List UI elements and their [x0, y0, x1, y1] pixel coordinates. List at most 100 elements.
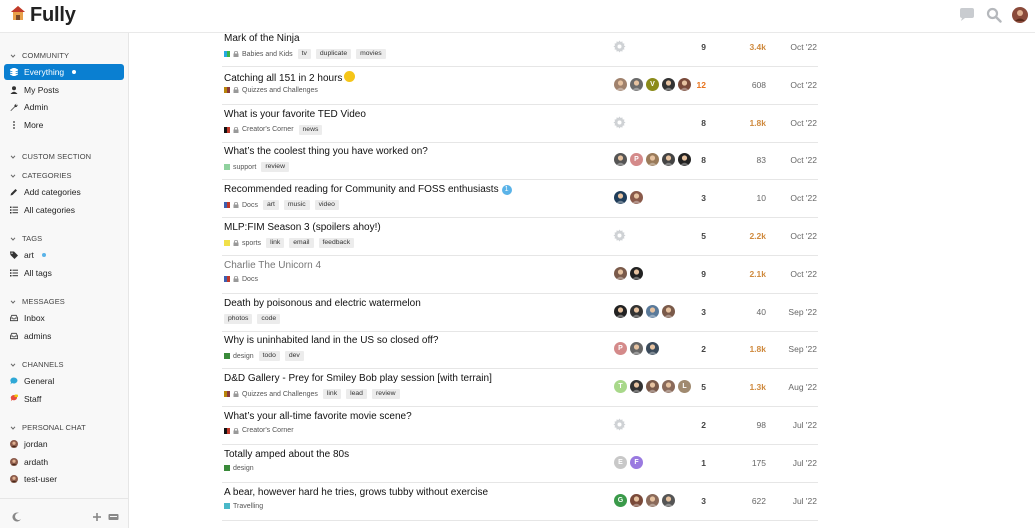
poster-avatar[interactable]: [662, 153, 675, 167]
category-badge[interactable]: Creator's Corner: [224, 126, 294, 133]
topic-title-link[interactable]: Catching all 151 in 2 hours: [224, 70, 356, 84]
poster-avatar[interactable]: [662, 304, 675, 318]
unread-count-badge[interactable]: 1: [501, 184, 512, 195]
topic-tag[interactable]: lead: [346, 389, 367, 400]
topic-row[interactable]: What’s the coolest thing you have worked…: [222, 142, 818, 181]
dark-mode-toggle-icon[interactable]: [12, 509, 22, 527]
topic-tag[interactable]: code: [257, 313, 281, 324]
topic-title-link[interactable]: Recommended reading for Community and FO…: [224, 184, 512, 195]
topic-title-link[interactable]: MLP:FIM Season 3 (spoilers ahoy!): [224, 222, 381, 233]
topic-replies[interactable]: 8: [676, 118, 706, 128]
topic-activity[interactable]: Jul '22: [777, 496, 817, 506]
sidebar-item-jordan[interactable]: jordan: [4, 436, 124, 452]
poster-avatar[interactable]: [630, 342, 643, 356]
topic-replies[interactable]: 2: [676, 420, 706, 430]
sidebar-section-tags[interactable]: TAGS: [10, 234, 42, 243]
topic-replies[interactable]: 9: [676, 269, 706, 279]
category-badge[interactable]: design: [224, 465, 254, 472]
category-badge[interactable]: Travelling: [224, 503, 263, 510]
poster-avatar[interactable]: E: [614, 455, 627, 469]
category-badge[interactable]: Creator's Corner: [224, 427, 294, 434]
poster-avatar[interactable]: [646, 153, 659, 167]
topic-replies[interactable]: 9: [676, 42, 706, 52]
topic-row[interactable]: Mark of the Ninja Babies and Kids tv duplic…: [222, 29, 818, 67]
sidebar-item-ardath[interactable]: ardath: [4, 454, 124, 470]
poster-avatar[interactable]: P: [614, 342, 627, 356]
sidebar-item-art[interactable]: art: [4, 247, 124, 263]
poster-avatar[interactable]: F: [630, 455, 643, 469]
topic-activity[interactable]: Oct '22: [777, 231, 817, 241]
system-user-gear-icon[interactable]: [613, 418, 626, 436]
poster-avatar[interactable]: P: [630, 153, 643, 167]
topic-replies[interactable]: 8: [676, 155, 706, 165]
topic-tag[interactable]: video: [314, 200, 339, 211]
topic-activity[interactable]: Jul '22: [777, 458, 817, 468]
topic-tag[interactable]: dev: [284, 351, 304, 362]
system-user-gear-icon[interactable]: [613, 229, 626, 247]
poster-avatar[interactable]: [614, 304, 627, 318]
poster-avatar[interactable]: [630, 266, 643, 280]
sidebar-section-messages[interactable]: MESSAGES: [10, 297, 65, 306]
topic-activity[interactable]: Oct '22: [777, 269, 817, 279]
poster-avatar[interactable]: V: [646, 77, 659, 91]
poster-avatar[interactable]: [630, 191, 643, 205]
sidebar-item-admins[interactable]: admins: [4, 328, 124, 344]
category-badge[interactable]: sports: [224, 240, 261, 247]
topic-tag[interactable]: review: [261, 162, 289, 173]
topic-row[interactable]: Charlie The Unicorn 4 Docs 9 2.1k Oct '22: [222, 256, 818, 294]
topic-tag[interactable]: art: [262, 200, 279, 211]
sidebar-item-all-tags[interactable]: All tags: [4, 265, 124, 281]
topic-tag[interactable]: photos: [224, 313, 253, 324]
topic-row[interactable]: What is your favorite TED Video Creator's…: [222, 105, 818, 143]
topic-tag[interactable]: link: [266, 238, 285, 248]
sidebar-item-test-user[interactable]: test-user: [4, 471, 124, 487]
system-user-gear-icon[interactable]: [613, 40, 626, 58]
sidebar-item-staff[interactable]: Staff: [4, 391, 124, 407]
topic-tag[interactable]: todo: [258, 351, 280, 362]
topic-activity[interactable]: Oct '22: [777, 80, 817, 90]
topic-activity[interactable]: Sep '22: [777, 307, 817, 317]
topic-row[interactable]: Why is uninhabited land in the US so clo…: [222, 331, 818, 370]
user-avatar[interactable]: [1012, 7, 1028, 28]
sidebar-section-personal-chat[interactable]: PERSONAL CHAT: [10, 423, 86, 432]
category-badge[interactable]: Docs: [224, 276, 258, 283]
topic-title-link[interactable]: Why is uninhabited land in the US so clo…: [224, 335, 438, 346]
topic-activity[interactable]: Oct '22: [777, 155, 817, 165]
topic-activity[interactable]: Aug '22: [777, 382, 817, 392]
topic-row[interactable]: Catching all 151 in 2 hours Quizzes and C…: [222, 67, 818, 105]
keyboard-icon[interactable]: [108, 509, 119, 527]
topic-activity[interactable]: Oct '22: [777, 42, 817, 52]
topic-tag[interactable]: duplicate: [315, 49, 352, 59]
poster-avatar[interactable]: [630, 77, 643, 91]
topic-title-link[interactable]: Death by poisonous and electric watermel…: [224, 298, 421, 309]
topic-row[interactable]: What’s your all-time favorite movie scen…: [222, 407, 818, 445]
sidebar-section-custom-section[interactable]: CUSTOM SECTION: [10, 152, 91, 161]
topic-title-link[interactable]: What’s the coolest thing you have worked…: [224, 146, 428, 157]
sidebar-item-add-categories[interactable]: Add categories: [4, 184, 124, 200]
poster-avatar[interactable]: [614, 266, 627, 280]
topic-tag[interactable]: email: [289, 238, 314, 248]
topic-replies[interactable]: 1: [676, 458, 706, 468]
poster-avatar[interactable]: T: [614, 380, 627, 394]
topic-row[interactable]: Recommended reading for Community and FO…: [222, 180, 818, 219]
category-badge[interactable]: Docs: [224, 202, 258, 209]
category-badge[interactable]: support: [224, 164, 256, 171]
topic-row[interactable]: MLP:FIM Season 3 (spoilers ahoy!) sports l…: [222, 218, 818, 256]
topic-tag[interactable]: news: [298, 124, 323, 135]
topic-replies[interactable]: 2: [676, 344, 706, 354]
topic-title-link[interactable]: Mark of the Ninja: [224, 33, 300, 44]
topic-row[interactable]: A bear, however hard he tries, grows tub…: [222, 483, 818, 521]
topic-activity[interactable]: Oct '22: [777, 193, 817, 203]
topic-tag[interactable]: feedback: [318, 238, 355, 248]
poster-avatar[interactable]: [646, 493, 659, 507]
topic-activity[interactable]: Sep '22: [777, 344, 817, 354]
topic-tag[interactable]: link: [322, 389, 342, 400]
sidebar-item-more[interactable]: More: [4, 117, 124, 133]
sidebar-item-my-posts[interactable]: My Posts: [4, 82, 124, 98]
sidebar-section-community[interactable]: COMMUNITY: [10, 51, 69, 60]
topic-title-link[interactable]: Totally amped about the 80s: [224, 449, 349, 460]
poster-avatar[interactable]: [614, 153, 627, 167]
poster-avatar[interactable]: G: [614, 493, 627, 507]
topic-replies[interactable]: 5: [676, 382, 706, 392]
topic-title-link[interactable]: A bear, however hard he tries, grows tub…: [224, 487, 488, 498]
